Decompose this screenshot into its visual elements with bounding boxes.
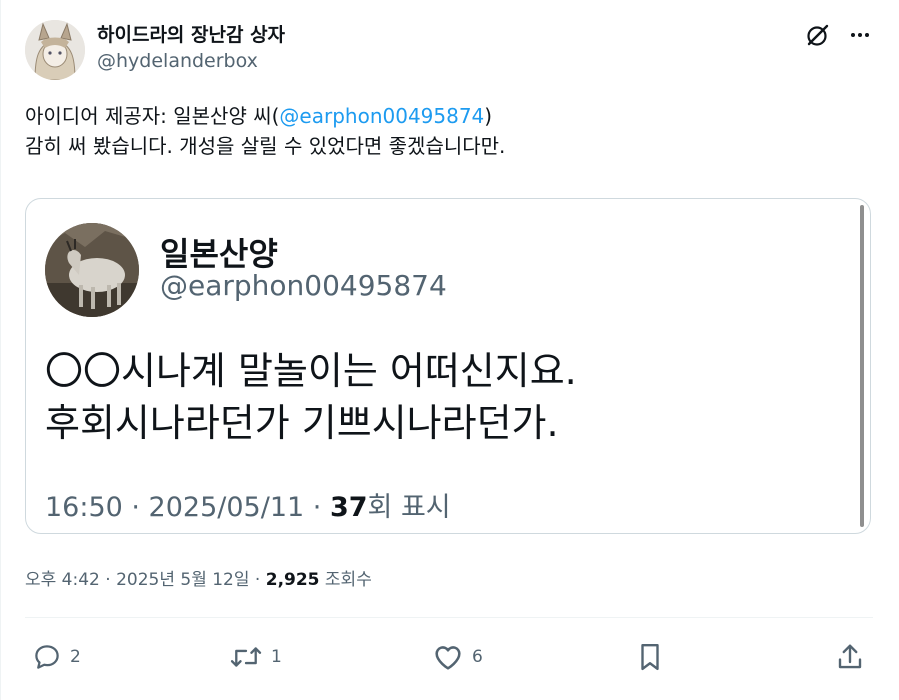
author-display-name[interactable]: 하이드라의 장난감 상자: [97, 20, 285, 47]
post-views-label: 조회수: [324, 570, 372, 590]
tweet-text-prefix: 아이디어 제공자: 일본산양 씨(: [25, 104, 280, 128]
quoted-meta: 16:50 · 2025/05/11 · 37회 표시: [45, 485, 451, 524]
tweet-line-2: 감히 써 봤습니다. 개성을 살릴 수 있었다면 좋겠습니다만.: [25, 134, 506, 158]
reply-button[interactable]: 2: [32, 640, 81, 674]
retweet-icon: [230, 647, 262, 667]
like-button[interactable]: 6: [432, 640, 483, 674]
tweet-line-1: 아이디어 제공자: 일본산양 씨(@earphon00495874): [25, 101, 865, 131]
author-handle[interactable]: @hydelanderbox: [97, 50, 258, 72]
like-count: 6: [472, 647, 483, 667]
quoted-views-label: 회 표시: [367, 492, 451, 523]
divider: [25, 617, 873, 618]
quoted-views-count: 37: [329, 492, 368, 523]
reply-count: 2: [70, 647, 81, 667]
avatar-illustration: [25, 20, 85, 80]
retweet-count: 1: [271, 647, 282, 667]
quoted-line-2: 후회시나라던가 기쁘시나라던가.: [45, 401, 559, 445]
post-views-count: 2,925: [265, 570, 320, 590]
share-icon: [838, 644, 862, 669]
tweet-text: 아이디어 제공자: 일본산양 씨(@earphon00495874) 감히 써 …: [25, 101, 865, 161]
bookmark-icon: [641, 643, 659, 671]
card-scrollbar[interactable]: [860, 205, 864, 527]
post-timestamp[interactable]: 오후 4:42 · 2025년 5월 12일 ·: [25, 570, 266, 590]
more-icon: [851, 33, 869, 37]
more-button[interactable]: [845, 20, 875, 50]
quoted-handle: @earphon00495874: [160, 269, 447, 302]
thread-line: [0, 0, 1, 700]
mention-link[interactable]: @earphon00495874: [279, 104, 484, 128]
avatar[interactable]: [25, 20, 85, 80]
quoted-text: 〇〇시나계 말놀이는 어떠신지요. 후회시나라던가 기쁘시나라던가.: [45, 345, 577, 449]
quoted-avatar: [45, 223, 139, 317]
grok-button[interactable]: [803, 20, 833, 50]
bookmark-button[interactable]: [636, 640, 664, 674]
reply-icon: [35, 645, 59, 669]
quoted-line-1: 〇〇시나계 말놀이는 어떠신지요.: [45, 349, 577, 393]
share-button[interactable]: [835, 640, 865, 674]
tweet-text-suffix: ): [484, 104, 493, 128]
quoted-timestamp: 16:50 · 2025/05/11 ·: [45, 492, 330, 523]
post-meta: 오후 4:42 · 2025년 5월 12일 · 2,925 조회수: [25, 565, 372, 590]
grok-icon: [807, 24, 829, 46]
retweet-button[interactable]: 1: [229, 640, 282, 674]
like-icon: [435, 646, 461, 670]
goat-photo: [45, 223, 139, 317]
quoted-tweet-card[interactable]: 일본산양 @earphon00495874 〇〇시나계 말놀이는 어떠신지요. …: [25, 198, 871, 534]
